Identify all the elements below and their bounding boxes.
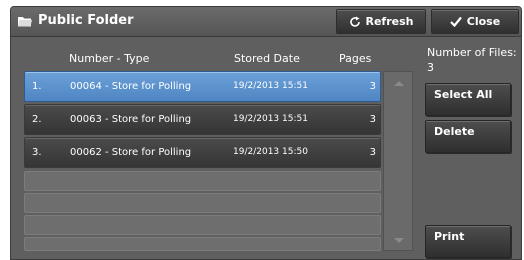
scroll-down-icon[interactable] xyxy=(394,238,404,243)
row-pages: 3 xyxy=(369,114,376,125)
empty-row xyxy=(24,237,381,251)
close-button[interactable]: Close xyxy=(431,9,519,34)
column-header-number-type: Number - Type xyxy=(69,52,150,65)
row-index: 3. xyxy=(32,147,42,158)
column-header-pages: Pages xyxy=(339,52,372,65)
close-label: Close xyxy=(466,15,501,28)
number-of-files-count: 3 xyxy=(427,61,434,74)
empty-row xyxy=(24,215,381,235)
print-button[interactable]: Print xyxy=(425,225,511,258)
window-title: Public Folder xyxy=(38,13,134,28)
refresh-icon xyxy=(349,16,360,27)
row-name: 00063 - Store for Polling xyxy=(70,114,192,125)
file-list: 1. 00064 - Store for Polling 19/2/2013 1… xyxy=(24,71,381,251)
row-pages: 3 xyxy=(369,147,376,158)
row-date: 19/2/2013 15:51 xyxy=(233,81,308,91)
public-folder-window: Public Folder Refresh Close Number - Typ… xyxy=(10,6,522,260)
select-all-button[interactable]: Select All xyxy=(425,83,511,116)
table-row[interactable]: 1. 00064 - Store for Polling 19/2/2013 1… xyxy=(24,71,381,102)
row-index: 2. xyxy=(32,114,42,125)
delete-button[interactable]: Delete xyxy=(425,120,511,153)
print-label: Print xyxy=(434,230,465,243)
row-name: 00064 - Store for Polling xyxy=(70,81,192,92)
delete-label: Delete xyxy=(434,125,475,138)
scroll-up-icon[interactable] xyxy=(394,81,404,86)
empty-row xyxy=(24,171,381,191)
refresh-label: Refresh xyxy=(365,15,414,28)
row-date: 19/2/2013 15:50 xyxy=(233,147,308,157)
row-name: 00062 - Store for Polling xyxy=(70,147,192,158)
checkmark-icon xyxy=(450,16,462,27)
refresh-button[interactable]: Refresh xyxy=(336,9,426,34)
column-header-stored-date: Stored Date xyxy=(234,52,300,65)
folder-icon xyxy=(18,17,32,27)
scrollbar[interactable] xyxy=(383,71,413,251)
row-date: 19/2/2013 15:51 xyxy=(233,114,308,124)
title-bar: Public Folder Refresh Close xyxy=(11,7,521,37)
table-row[interactable]: 3. 00062 - Store for Polling 19/2/2013 1… xyxy=(24,137,381,168)
row-index: 1. xyxy=(32,81,42,92)
number-of-files-label: Number of Files: xyxy=(427,46,517,59)
row-pages: 3 xyxy=(369,81,376,92)
empty-row xyxy=(24,193,381,213)
select-all-label: Select All xyxy=(434,88,493,101)
table-row[interactable]: 2. 00063 - Store for Polling 19/2/2013 1… xyxy=(24,104,381,135)
